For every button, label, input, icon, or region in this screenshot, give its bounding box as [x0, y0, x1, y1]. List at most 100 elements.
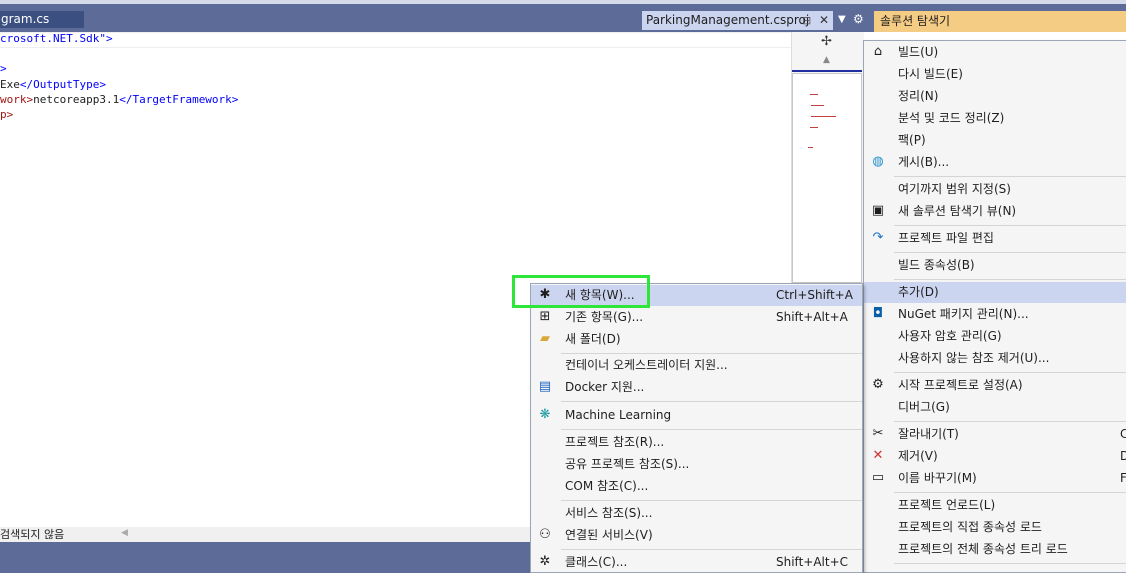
- edit-arrow-icon: ↷: [872, 230, 884, 245]
- code-line-3: >: [0, 62, 7, 75]
- menu-item-label: COM 참조(C)...: [565, 479, 649, 493]
- menu-item-analyze-cleanup[interactable]: 분석 및 코드 정리(Z): [864, 108, 1126, 129]
- menu-item-build-dependencies[interactable]: 빌드 종속성(B): [864, 255, 1126, 276]
- menu-item-scope-to-this[interactable]: 여기까지 범위 지정(S): [864, 179, 1126, 200]
- menu-item-build[interactable]: ⌂ 빌드(U): [864, 42, 1126, 63]
- submenu-item-docker-support[interactable]: ▤ Docker 지원...: [531, 377, 862, 398]
- add-submenu: ✱ 새 항목(W)... Ctrl+Shift+A ⊞ 기존 항목(G)... Shif…: [530, 283, 863, 573]
- delete-x-icon: ✕: [872, 448, 884, 463]
- submenu-item-machine-learning[interactable]: ❋ Machine Learning: [531, 405, 862, 426]
- menu-item-label: 빌드 종속성(B): [898, 258, 975, 272]
- menu-item-label: 시작 프로젝트로 설정(A): [898, 378, 1023, 392]
- menu-item-label: 잘라내기(T): [898, 427, 959, 441]
- menu-item-label: 공유 프로젝트 참조(S)...: [565, 457, 690, 471]
- menu-separator: [561, 549, 862, 550]
- menu-item-debug[interactable]: 디버그(G): [864, 397, 1126, 418]
- menu-item-publish[interactable]: ◍ 게시(B)...: [864, 152, 1126, 173]
- docker-icon: ▤: [538, 379, 552, 394]
- menu-item-label: 여기까지 범위 지정(S): [898, 182, 1011, 196]
- submenu-item-com-reference[interactable]: COM 참조(C)...: [531, 476, 862, 497]
- pin-icon[interactable]: ⊟: [802, 11, 811, 30]
- menu-item-label: 팩(P): [898, 133, 926, 147]
- machine-learning-icon: ❋: [539, 407, 551, 422]
- menu-item-label: 프로젝트의 직접 종속성 로드: [898, 520, 1042, 534]
- menu-item-label: 게시(B)...: [898, 155, 950, 169]
- menu-item-shortcut: F: [1120, 471, 1126, 485]
- menu-item-manage-nuget[interactable]: ◘ NuGet 패키지 관리(N)...: [864, 304, 1126, 325]
- menu-item-load-full-dep-tree[interactable]: 프로젝트의 전체 종속성 트리 로드: [864, 539, 1126, 560]
- submenu-item-container-orchestrator[interactable]: 컨테이너 오케스트레이터 지원...: [531, 355, 862, 376]
- menu-item-label: 다시 빌드(E): [898, 67, 963, 81]
- submenu-item-service-reference[interactable]: 서비스 참조(S)...: [531, 503, 862, 524]
- menu-item-label: 사용자 암호 관리(G): [898, 329, 1002, 343]
- menu-separator: [894, 279, 1126, 280]
- menu-item-shortcut: D: [1120, 449, 1126, 463]
- menu-item-manage-user-secrets[interactable]: 사용자 암호 관리(G): [864, 326, 1126, 347]
- menu-item-add[interactable]: 추가(D): [864, 282, 1126, 303]
- code-line-5: work>netcoreapp3.1</TargetFramework>: [0, 92, 238, 107]
- menu-item-remove[interactable]: ✕ 제거(V) D: [864, 446, 1126, 467]
- menu-item-clean[interactable]: 정리(N): [864, 86, 1126, 107]
- code-tag: </TargetFramework>: [119, 93, 239, 106]
- settings-gear-icon[interactable]: ⚙: [853, 12, 864, 26]
- submenu-item-connected-services[interactable]: ⚇ 연결된 서비스(V): [531, 525, 862, 546]
- minimap-mark: [811, 105, 824, 106]
- menu-item-label: 새 폴더(D): [565, 332, 621, 346]
- minimap-mark: [808, 147, 813, 148]
- menu-item-pack[interactable]: 팩(P): [864, 130, 1126, 151]
- menu-item-label: 추가(D): [898, 285, 939, 299]
- tab-dropdown-icon[interactable]: ▼: [838, 14, 846, 25]
- menu-item-new-solution-view[interactable]: ▣ 새 솔루션 탐색기 뷰(N): [864, 201, 1126, 222]
- connected-service-icon: ⚇: [539, 527, 551, 542]
- submenu-item-class[interactable]: ✲ 클래스(C)... Shift+Alt+C: [531, 552, 862, 573]
- code-tag: </OutputType>: [19, 78, 106, 91]
- menu-item-label: 프로젝트 파일 편집: [898, 231, 994, 245]
- scroll-left-arrow-icon[interactable]: ◀: [121, 528, 128, 538]
- menu-separator: [894, 563, 1126, 564]
- scroll-up-arrow-icon[interactable]: ▲: [823, 55, 830, 65]
- menu-item-label: 새 솔루션 탐색기 뷰(N): [898, 204, 1017, 218]
- code-text: Exe: [0, 78, 20, 91]
- menu-item-label: Docker 지원...: [565, 380, 645, 394]
- menu-item-rebuild[interactable]: 다시 빌드(E): [864, 64, 1126, 85]
- submenu-item-shared-project-reference[interactable]: 공유 프로젝트 참조(S)...: [531, 454, 862, 475]
- tab-program-cs[interactable]: gram.cs: [0, 11, 84, 28]
- menu-item-shortcut: C: [1120, 427, 1126, 441]
- menu-item-remove-unused-references[interactable]: 사용하지 않는 참조 제거(U)...: [864, 348, 1126, 369]
- menu-item-label: 프로젝트의 전체 종속성 트리 로드: [898, 542, 1068, 556]
- minimap-viewport-line: [792, 70, 862, 72]
- menu-item-label: NuGet 패키지 관리(N)...: [898, 307, 1029, 321]
- menu-item-edit-project-file[interactable]: ↷ 프로젝트 파일 편집: [864, 228, 1126, 249]
- submenu-item-existing-item[interactable]: ⊞ 기존 항목(G)... Shift+Alt+A: [531, 307, 862, 328]
- minimap-mark: [811, 116, 836, 117]
- scissors-icon: ✂: [872, 426, 884, 441]
- menu-separator: [894, 176, 1126, 177]
- menu-item-load-direct-deps[interactable]: 프로젝트의 직접 종속성 로드: [864, 517, 1126, 538]
- menu-item-label: 컨테이너 오케스트레이터 지원...: [565, 358, 728, 372]
- menu-item-cut[interactable]: ✂ 잘라내기(T) C: [864, 424, 1126, 445]
- menu-item-label: 연결된 서비스(V): [565, 528, 653, 542]
- menu-separator: [561, 500, 862, 501]
- close-icon[interactable]: ✕: [819, 11, 829, 30]
- new-view-icon: ▣: [871, 203, 885, 218]
- menu-item-shortcut: Shift+Alt+C: [776, 555, 849, 569]
- menu-item-set-startup-project[interactable]: ⚙ 시작 프로젝트로 설정(A): [864, 375, 1126, 396]
- menu-item-unload-project[interactable]: 프로젝트 언로드(L): [864, 495, 1126, 516]
- rename-icon: ▭: [871, 470, 885, 485]
- menu-item-label: Machine Learning: [565, 408, 672, 422]
- menu-separator: [561, 429, 862, 430]
- code-line-1: crosoft.NET.Sdk">: [0, 32, 113, 45]
- submenu-item-project-reference[interactable]: 프로젝트 참조(R)...: [531, 432, 862, 453]
- submenu-item-new-folder[interactable]: ▰ 새 폴더(D): [531, 329, 862, 350]
- menu-item-shortcut: Ctrl+Shift+A: [776, 288, 853, 302]
- menu-item-shortcut: Shift+Alt+A: [776, 310, 848, 324]
- menu-item-rename[interactable]: ▭ 이름 바꾸기(M) F: [864, 468, 1126, 489]
- menu-item-label: 서비스 참조(S)...: [565, 506, 653, 520]
- existing-item-icon: ⊞: [539, 309, 551, 324]
- minimap-preview[interactable]: [792, 73, 862, 283]
- menu-separator: [894, 252, 1126, 253]
- split-window-icon[interactable]: ✢: [821, 34, 832, 49]
- code-line-4: Exe</OutputType>: [0, 77, 106, 92]
- menu-separator: [894, 372, 1126, 373]
- tab-parkingmanagement-csproj[interactable]: ParkingManagement.csproj ⊟ ✕: [642, 11, 833, 30]
